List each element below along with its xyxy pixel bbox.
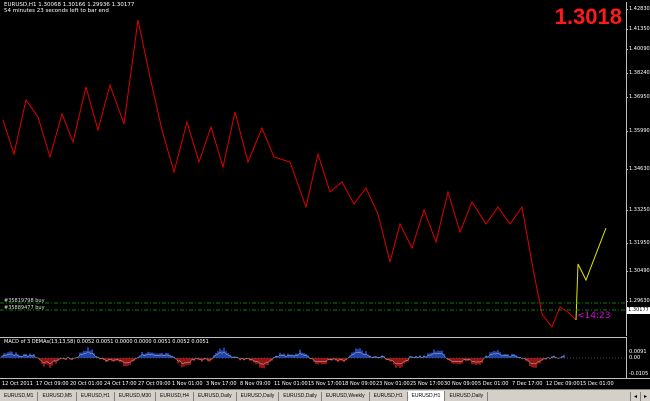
price-line-chart <box>0 19 626 329</box>
order-label-1: #35819798 buy <box>4 298 45 304</box>
price-tick-label: 1.42830 <box>629 6 650 12</box>
price-tick-label: 1.31950 <box>629 240 650 246</box>
current-price-tag: 1.30177 <box>627 307 650 314</box>
time-label: 11 Nov 01:00 <box>274 381 308 387</box>
macd-tick-label: -0.0105 <box>629 371 649 377</box>
time-label: 3 Nov 17:00 <box>206 381 237 387</box>
time-label: 30 Nov 09:00 <box>444 381 478 387</box>
bar-countdown-note: 54 minutes 23 seconds left to bar end <box>4 8 109 14</box>
price-tick-mark <box>626 271 628 272</box>
price-tick-mark <box>626 73 628 74</box>
macd-label: MACD of 3 DEMAs(13,13,58) 0.0052 0.0051 … <box>4 339 209 345</box>
price-tick-mark <box>626 210 628 211</box>
price-tick-label: 1.33250 <box>629 207 650 213</box>
price-tick-mark <box>626 131 628 132</box>
price-tick-label: 1.29630 <box>629 298 650 304</box>
chart-window[interactable]: EURUSD,H1 1.30068 1.30166 1.29936 1.3017… <box>0 0 650 389</box>
time-label: 12 Dec 09:00 <box>546 381 580 387</box>
time-label: 27 Oct 09:00 <box>138 381 171 387</box>
time-label: 5 Dec 01:00 <box>478 381 509 387</box>
countdown-timer: <14:23 <box>577 311 611 321</box>
time-label: 24 Oct 17:00 <box>104 381 137 387</box>
time-label: 25 Nov 17:00 <box>410 381 444 387</box>
time-label: 15 Nov 17:00 <box>308 381 342 387</box>
price-tick-label: 1.30490 <box>629 268 650 274</box>
time-label: 7 Dec 17:00 <box>512 381 543 387</box>
price-tick-label: 1.40090 <box>629 46 650 52</box>
price-tick-mark <box>626 49 628 50</box>
price-plot[interactable] <box>0 2 627 336</box>
price-line <box>2 19 577 329</box>
price-tick-mark <box>626 29 628 30</box>
time-label: 17 Oct 09:00 <box>36 381 69 387</box>
time-label: 23 Nov 01:00 <box>376 381 410 387</box>
order-label-2: #35889477 buy <box>4 305 45 311</box>
time-label: 1 Nov 01:00 <box>172 381 203 387</box>
time-label: 12 Oct 2011 <box>2 381 33 387</box>
time-label: 18 Nov 09:00 <box>342 381 376 387</box>
current-price-display: 1.3018 <box>554 4 622 29</box>
price-tick-label: 1.41350 <box>629 26 650 32</box>
time-label: 8 Nov 09:00 <box>240 381 271 387</box>
price-tick-label: 1.34630 <box>629 166 650 172</box>
trading-terminal: EURUSD,H1 1.30068 1.30166 1.29936 1.3017… <box>0 0 650 401</box>
price-tick-label: 1.38240 <box>629 70 650 76</box>
time-label: 20 Oct 01:00 <box>70 381 103 387</box>
price-tick-mark <box>626 169 628 170</box>
price-tick-mark <box>626 97 628 98</box>
price-tick-label: 1.35990 <box>629 128 650 134</box>
price-tick-mark <box>626 301 628 302</box>
macd-tick-label: 0.00 <box>629 355 641 361</box>
projection-line <box>575 227 607 321</box>
price-axis[interactable]: 1.42830 1.41350 1.40090 1.38240 1.36950 1.359… <box>626 0 650 378</box>
time-label: 15 Dec 01:00 <box>580 381 614 387</box>
price-tick-label: 1.36950 <box>629 94 650 100</box>
chart-tabs: EURUSD,M1 EURUSD,M5 EURUSD,H1 EURUSD,M30 EUR… <box>0 389 650 401</box>
price-tick-mark <box>626 243 628 244</box>
price-tick-mark <box>626 9 628 10</box>
